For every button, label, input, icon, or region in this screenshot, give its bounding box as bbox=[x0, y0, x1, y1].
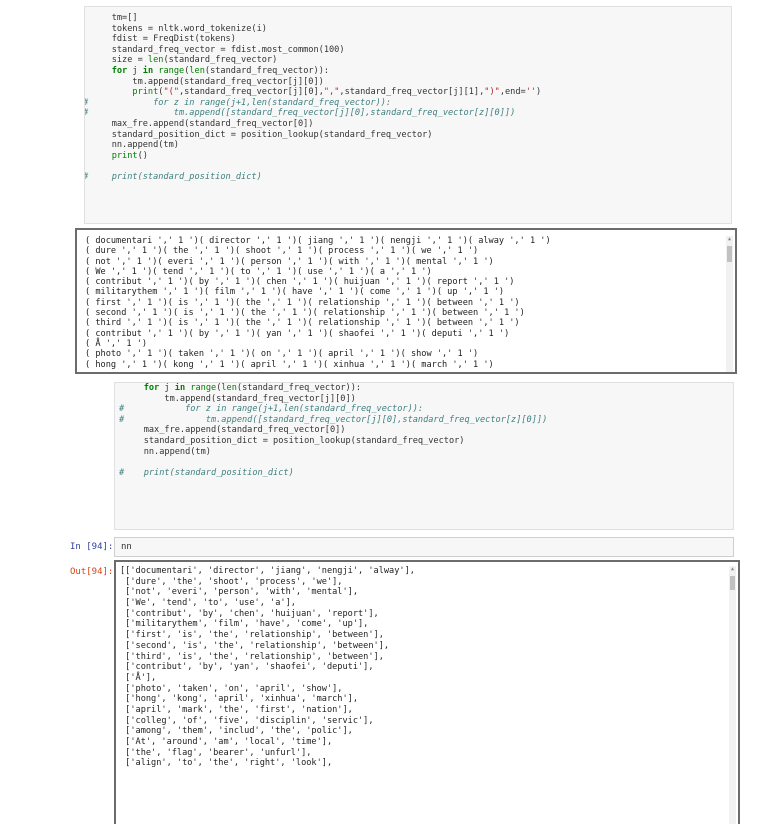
output-line: ( contribut ',' 1 ')( by ',' 1 ')( yan '… bbox=[85, 328, 510, 339]
output-line: ['among', 'them', 'includ', 'the', 'poli… bbox=[120, 726, 353, 737]
code-line: # for z in range(j+1,len(standard_freq_v… bbox=[85, 97, 392, 108]
code-line: tokens = nltk.word_tokenize(i) bbox=[91, 23, 267, 34]
code-line: print() bbox=[111, 150, 148, 161]
code-line: standard_position_dict = position_lookup… bbox=[91, 129, 433, 140]
code-line: fdist = FreqDist(tokens) bbox=[91, 34, 236, 45]
scroll-thumb[interactable] bbox=[727, 246, 732, 262]
scroll-up-icon[interactable]: ▲ bbox=[729, 566, 736, 572]
scroll-up-icon[interactable]: ▲ bbox=[726, 236, 733, 242]
output-line: ['not', 'everi', 'person', 'with', 'ment… bbox=[120, 587, 358, 598]
output-line: ( first ',' 1 ')( is ',' 1 ')( the ',' 1… bbox=[85, 297, 520, 308]
output-line: ( third ',' 1 ')( is ',' 1 ')( the ',' 1… bbox=[85, 318, 520, 329]
top-code-cell[interactable]: tm=[] tokens = nltk.word_tokenize(i) fdi… bbox=[84, 6, 732, 224]
top-output-scrollbar[interactable]: ▲ bbox=[726, 236, 733, 372]
output-line: ['photo', 'taken', 'on', 'april', 'show'… bbox=[120, 683, 343, 694]
code-line: print("(",standard_freq_vector[j][0],","… bbox=[132, 87, 542, 98]
output-line: ['the', 'flag', 'bearer', 'unfurl'], bbox=[120, 747, 312, 758]
bottom-code-cell[interactable]: for j in range(len(standard_freq_vector)… bbox=[114, 382, 734, 530]
output-line: ['hong', 'kong', 'april', 'xinhua', 'mar… bbox=[120, 694, 358, 705]
output-line: [['documentari', 'director', 'jiang', 'n… bbox=[120, 566, 415, 576]
code-line: for j in range(len(standard_freq_vector)… bbox=[143, 383, 362, 393]
output-line: ['dure', 'the', 'shoot', 'process', 'we'… bbox=[120, 576, 343, 587]
output-line: ['align', 'to', 'the', 'right', 'look'], bbox=[120, 758, 333, 769]
input-code-cell[interactable]: nn bbox=[114, 537, 734, 557]
input-code-text: nn bbox=[121, 542, 132, 552]
screenshot-divider bbox=[0, 377, 762, 379]
code-line: max_fre.append(standard_freq_vector[0]) bbox=[91, 118, 314, 129]
output-line: ['third', 'is', 'the', 'relationship', '… bbox=[120, 651, 384, 662]
output-area: [['documentari', 'director', 'jiang', 'n… bbox=[114, 560, 740, 824]
code-line: # tm.append([standard_freq_vector[j][0],… bbox=[119, 414, 548, 425]
code-line: nn.append(tm) bbox=[123, 446, 211, 457]
code-line: max_fre.append(standard_freq_vector[0]) bbox=[123, 425, 346, 436]
code-line: tm.append(standard_freq_vector[j][0]) bbox=[91, 76, 324, 87]
output-line: ['contribut', 'by', 'chen', 'huijuan', '… bbox=[120, 608, 379, 619]
code-line: standard_position_dict = position_lookup… bbox=[123, 435, 465, 446]
output-line: ( militarythem ',' 1 ')( film ',' 1 ')( … bbox=[85, 287, 505, 298]
output-scrollbar[interactable]: ▲ bbox=[729, 566, 736, 824]
output-line: ['first', 'is', 'the', 'relationship', '… bbox=[120, 630, 384, 641]
code-line: for j in range(len(standard_freq_vector)… bbox=[111, 65, 330, 76]
code-line: tm=[] bbox=[91, 13, 138, 23]
output-line: ( hong ',' 1 ')( kong ',' 1 ')( april ',… bbox=[85, 359, 494, 370]
output-line: ['Å'], bbox=[120, 672, 157, 683]
output-line: ['april', 'mark', 'the', 'first', 'natio… bbox=[120, 704, 353, 715]
output-line: ['militarythem', 'film', 'have', 'come',… bbox=[120, 619, 369, 630]
top-output-area: ( documentari ',' 1 ')( director ',' 1 '… bbox=[75, 228, 737, 374]
output-line: ['contribut', 'by', 'yan', 'shaofei', 'd… bbox=[120, 662, 374, 673]
output-line: ( second ',' 1 ')( is ',' 1 ')( the ',' … bbox=[85, 308, 525, 319]
output-line: ( photo ',' 1 ')( taken ',' 1 ')( on ','… bbox=[85, 349, 479, 360]
code-line: # print(standard_position_dict) bbox=[119, 467, 294, 478]
code-line: tm.append(standard_freq_vector[j][0]) bbox=[123, 393, 356, 404]
output-line: ( not ',' 1 ')( everi ',' 1 ')( person '… bbox=[85, 256, 494, 267]
output-line: ( documentari ',' 1 ')( director ',' 1 '… bbox=[85, 236, 551, 246]
output-line: ( Å ',' 1 ') bbox=[85, 338, 148, 349]
input-prompt: In [94]: bbox=[70, 542, 114, 552]
output-line: ( dure ',' 1 ')( the ',' 1 ')( shoot ','… bbox=[85, 246, 479, 257]
output-line: ['second', 'is', 'the', 'relationship', … bbox=[120, 640, 390, 651]
output-line: ['colleg', 'of', 'five', 'disciplin', 's… bbox=[120, 715, 374, 726]
code-line: nn.append(tm) bbox=[91, 140, 179, 151]
output-line: ( contribut ',' 1 ')( by ',' 1 ')( chen … bbox=[85, 277, 515, 288]
code-line: size = len(standard_freq_vector) bbox=[91, 55, 278, 66]
code-line: # print(standard_position_dict) bbox=[85, 171, 262, 182]
output-line: ( We ',' 1 ')( tend ',' 1 ')( to ',' 1 '… bbox=[85, 266, 432, 277]
scroll-thumb[interactable] bbox=[730, 576, 735, 590]
output-line: ['At', 'around', 'am', 'local', 'time'], bbox=[120, 737, 333, 747]
output-line: ['We', 'tend', 'to', 'use', 'a'], bbox=[120, 598, 296, 609]
code-line: # for z in range(j+1,len(standard_freq_v… bbox=[119, 404, 424, 415]
code-line: # tm.append([standard_freq_vector[j][0],… bbox=[85, 108, 516, 119]
code-line: standard_freq_vector = fdist.most_common… bbox=[91, 44, 345, 55]
output-prompt: Out[94]: bbox=[70, 567, 114, 577]
